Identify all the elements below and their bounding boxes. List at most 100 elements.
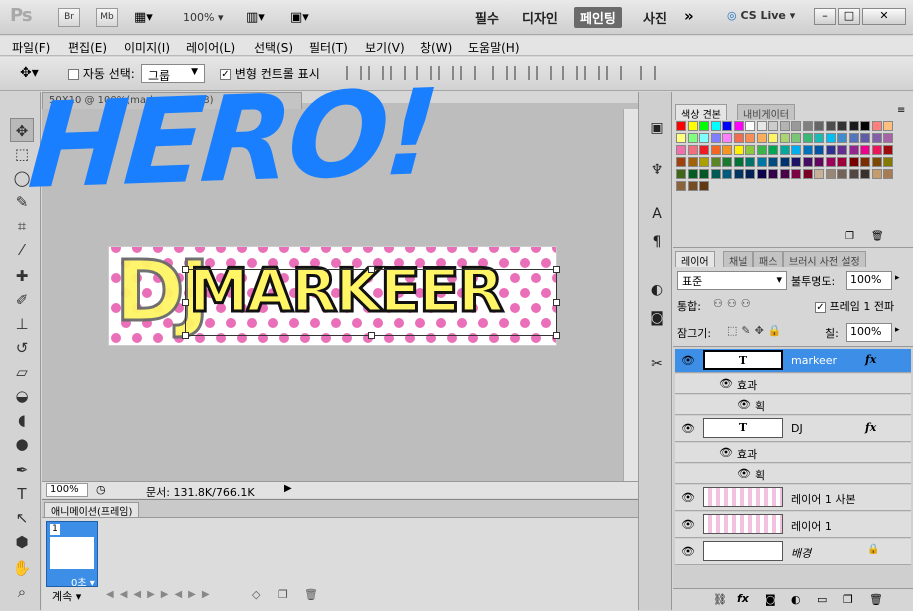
layer-row-copy[interactable]: 👁 레이어 1 사본 <box>675 485 911 511</box>
color-swatch[interactable] <box>699 169 709 179</box>
color-swatch[interactable] <box>871 157 882 167</box>
eyedropper-tool-icon[interactable]: ⁄ <box>10 238 34 262</box>
color-swatch[interactable] <box>779 145 790 155</box>
color-swatch[interactable] <box>848 145 859 155</box>
frame-delay[interactable]: 0초 ▾ <box>71 574 95 589</box>
crop-tool-icon[interactable]: ⌗ <box>10 214 34 238</box>
layer-name[interactable]: DJ <box>791 422 803 435</box>
tools-presets-icon[interactable]: ✂ <box>647 354 667 374</box>
link-layers-icon[interactable]: ⛓ <box>713 593 727 606</box>
dodge-tool-icon[interactable]: ● <box>10 432 34 456</box>
color-swatch[interactable] <box>837 145 847 155</box>
layer-row-markeer[interactable]: 👁 T markeer fx <box>675 349 911 373</box>
color-swatch[interactable] <box>779 169 790 179</box>
layer-effects-icon[interactable]: fx <box>865 353 876 366</box>
fill-slider-icon[interactable]: ▸ <box>895 325 900 335</box>
color-swatch[interactable] <box>687 169 698 179</box>
new-group-icon[interactable]: ▭ <box>817 593 827 606</box>
color-swatch[interactable] <box>883 169 893 179</box>
menu-view[interactable]: 보기(V) <box>365 39 405 56</box>
paragraph-panel-icon[interactable]: ¶ <box>647 232 667 252</box>
color-swatch[interactable] <box>733 121 744 131</box>
animation-controls[interactable]: ◀◀◀▶▶◀▶▶ <box>106 589 216 600</box>
healing-brush-tool-icon[interactable]: ✚ <box>10 264 34 288</box>
add-mask-icon[interactable]: ◙ <box>765 593 776 606</box>
tab-swatches[interactable]: 색상 견본 <box>675 104 727 121</box>
opacity-slider-icon[interactable]: ▸ <box>895 273 900 283</box>
color-swatch[interactable] <box>768 133 778 143</box>
layer-name[interactable]: markeer <box>791 354 837 367</box>
clone-stamp-tool-icon[interactable]: ⊥ <box>10 312 34 336</box>
color-swatch[interactable] <box>745 145 755 155</box>
visibility-eye-icon[interactable]: 👁 <box>681 545 695 558</box>
color-swatch[interactable] <box>687 157 698 167</box>
color-swatch[interactable] <box>825 169 836 179</box>
menu-file[interactable]: 파일(F) <box>12 39 50 56</box>
distribute-hcenter-icon[interactable] <box>584 66 600 80</box>
color-swatch[interactable] <box>871 121 882 131</box>
color-swatch[interactable] <box>814 133 824 143</box>
color-swatch[interactable] <box>883 157 893 167</box>
color-swatch[interactable] <box>837 169 847 179</box>
workspace-painting[interactable]: 페인팅 <box>574 7 622 28</box>
color-swatch[interactable] <box>710 145 721 155</box>
color-swatch[interactable] <box>837 121 847 131</box>
blend-mode-dropdown[interactable]: 표준 ▾ <box>677 271 787 290</box>
color-swatch[interactable] <box>779 133 790 143</box>
color-swatch[interactable] <box>802 157 813 167</box>
tab-channels[interactable]: 채널 <box>723 251 754 268</box>
transform-handle[interactable] <box>553 332 560 339</box>
stroke-effect-row[interactable]: 👁 획 <box>675 395 911 415</box>
color-swatch[interactable] <box>848 157 859 167</box>
adjustment-layer-icon[interactable]: ◐ <box>791 593 801 606</box>
vertical-scrollbar[interactable] <box>623 109 638 481</box>
color-swatch[interactable] <box>883 145 893 155</box>
color-swatch[interactable] <box>710 157 721 167</box>
distribute-top-icon[interactable] <box>492 66 508 80</box>
blur-tool-icon[interactable]: ◖ <box>10 408 34 432</box>
swatch-grid[interactable] <box>676 121 896 211</box>
effects-eye-icon[interactable]: 👁 <box>719 377 733 390</box>
color-swatch[interactable] <box>825 121 836 131</box>
color-swatch[interactable] <box>802 169 813 179</box>
unify-icons[interactable]: ⚇⚇⚇ <box>713 297 755 310</box>
color-swatch[interactable] <box>848 133 859 143</box>
color-swatch[interactable] <box>676 121 686 131</box>
effects-row[interactable]: 👁 효과 <box>675 374 911 394</box>
layer-name[interactable]: 배경 <box>791 545 811 561</box>
color-swatch[interactable] <box>837 133 847 143</box>
color-swatch[interactable] <box>814 145 824 155</box>
plugin-icon[interactable]: ♆ <box>647 160 667 180</box>
shape-tool-icon[interactable]: ⬢ <box>10 530 34 554</box>
mini-bridge-icon[interactable]: ▣ <box>647 118 667 138</box>
align-hcenter-icon[interactable] <box>438 66 454 80</box>
stroke-effect-row[interactable]: 👁 획 <box>675 464 911 484</box>
new-swatch-icon[interactable]: ❐ <box>845 231 854 242</box>
path-select-tool-icon[interactable]: ↖ <box>10 506 34 530</box>
minimize-button[interactable]: – <box>814 8 836 25</box>
layer-row-background[interactable]: 👁 배경 🔒 <box>675 539 911 565</box>
menu-image[interactable]: 이미지(I) <box>124 39 170 56</box>
propagate-frame-checkbox[interactable]: ✓ <box>815 301 826 313</box>
color-swatch[interactable] <box>768 169 778 179</box>
color-swatch[interactable] <box>699 121 709 131</box>
transform-handle[interactable] <box>182 299 189 306</box>
cs-live-button[interactable]: ◎ CS Live ▾ <box>727 9 795 22</box>
color-swatch[interactable] <box>768 157 778 167</box>
color-swatch[interactable] <box>722 145 732 155</box>
color-swatch[interactable] <box>722 133 732 143</box>
color-swatch[interactable] <box>837 157 847 167</box>
color-swatch[interactable] <box>871 133 882 143</box>
zoom-tool-icon[interactable]: ⌕ <box>10 580 34 604</box>
color-swatch[interactable] <box>687 133 698 143</box>
color-swatch[interactable] <box>756 133 767 143</box>
color-swatch[interactable] <box>710 169 721 179</box>
maximize-button[interactable]: □ <box>838 8 860 25</box>
color-swatch[interactable] <box>733 157 744 167</box>
color-swatch[interactable] <box>676 157 686 167</box>
color-swatch[interactable] <box>745 121 755 131</box>
layer-row-layer1[interactable]: 👁 레이어 1 <box>675 512 911 538</box>
color-swatch[interactable] <box>802 145 813 155</box>
menu-select[interactable]: 선택(S) <box>254 39 293 56</box>
layer-name[interactable]: 레이어 1 <box>791 518 832 534</box>
